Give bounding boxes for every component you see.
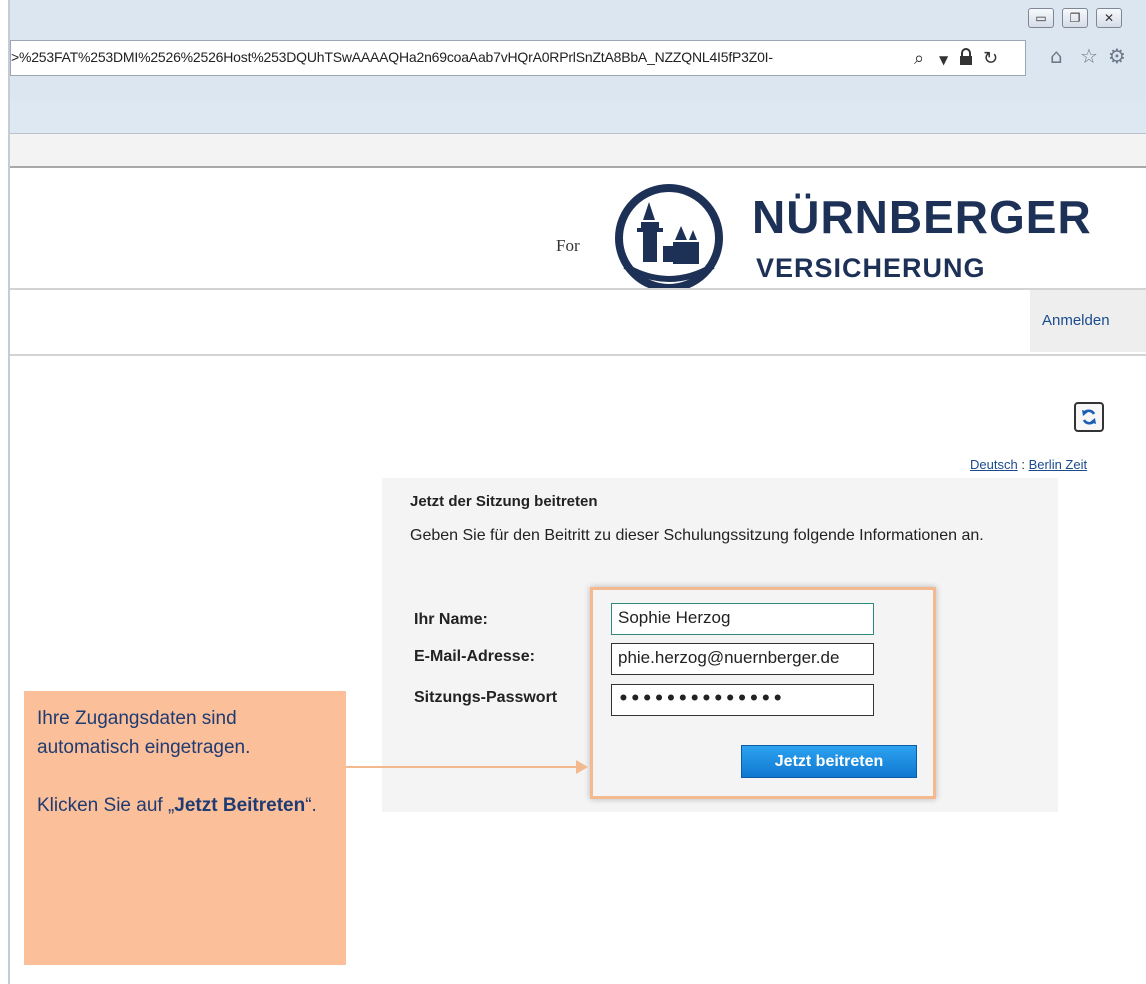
panel-description: Geben Sie für den Beitritt zu dieser Sch… [410,527,984,544]
dropdown-icon[interactable]: ▼ [939,53,948,67]
address-url[interactable]: >%253FAT%253DMI%2526%2526Host%253DQUhTSw… [11,49,896,65]
password-label: Sitzungs-Passwort [414,689,558,706]
browser-tab-strip [10,100,1146,134]
email-field[interactable]: phie.herzog@nuernberger.de [611,643,874,675]
nuernberger-logo [613,182,725,294]
close-icon[interactable]: ✕ [1096,8,1122,28]
search-icon[interactable]: ⌕ [914,48,924,69]
callout-arrow-line [346,766,578,768]
callout-bold: Jetzt Beitreten [174,795,306,816]
email-label: E-Mail-Adresse: [414,648,535,665]
join-button[interactable]: Jetzt beitreten [741,745,917,778]
navigation-bar [10,288,1146,356]
callout-suffix: “. [305,795,317,816]
minimize-icon[interactable]: ▭ [1028,8,1054,28]
restore-icon[interactable]: ❐ [1062,8,1088,28]
callout-prefix: Klicken Sie auf „ [37,795,175,816]
refresh-icon[interactable]: ↻ [983,48,998,69]
timezone-link[interactable]: Berlin Zeit [1029,457,1088,472]
name-field[interactable]: Sophie Herzog [611,603,874,635]
password-field[interactable]: •••••••••••••• [611,684,874,716]
favorites-star-icon[interactable]: ☆ [1080,44,1098,68]
instruction-callout: Ihre Zugangsdaten sind automatisch einge… [24,691,346,965]
settings-gear-icon[interactable]: ⚙ [1108,44,1126,68]
brand-subtitle: VERSICHERUNG [756,253,986,283]
callout-line-1: Ihre Zugangsdaten sind automatisch einge… [37,708,251,758]
for-label: For [556,236,580,255]
separator: : [1021,457,1025,472]
language-timezone: Deutsch : Berlin Zeit [970,457,1087,472]
refresh-icon[interactable] [1074,402,1104,432]
lock-icon[interactable] [959,48,973,71]
panel-title: Jetzt der Sitzung beitreten [410,493,598,510]
callout-arrow-head [576,760,588,774]
callout-line-2: Klicken Sie auf „Jetzt Beitreten“. [37,791,333,820]
brand-title: NÜRNBERGER [752,191,1092,243]
name-label: Ihr Name: [414,611,488,628]
language-link[interactable]: Deutsch [970,457,1018,472]
login-link[interactable]: Anmelden [1042,312,1110,329]
home-icon[interactable]: ⌂ [1050,44,1063,68]
browser-command-bar [10,134,1146,168]
address-bar[interactable]: >%253FAT%253DMI%2526%2526Host%253DQUhTSw… [10,40,1026,76]
